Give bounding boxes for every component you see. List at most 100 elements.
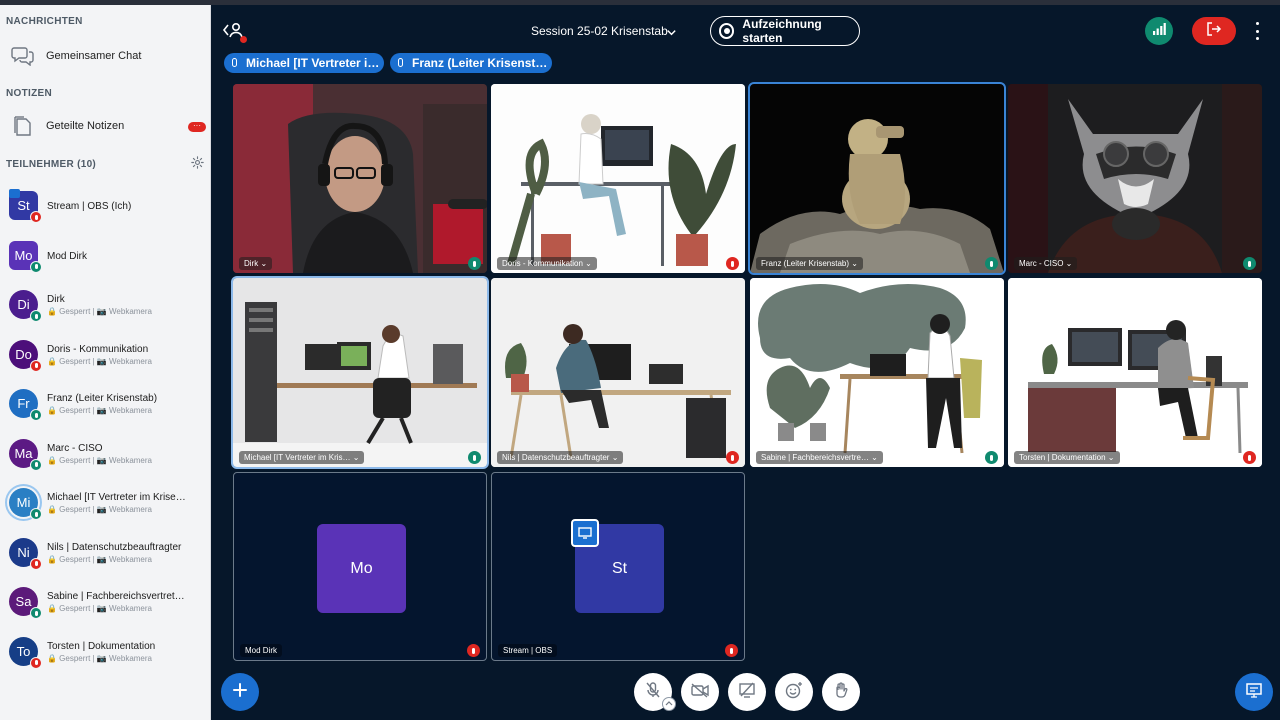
microphone-icon (30, 458, 42, 471)
tile-name-label[interactable]: Stream | OBS (498, 644, 558, 657)
microphone-muted-icon (30, 211, 42, 223)
tile-name-label[interactable]: Dirk ⌄ (239, 257, 273, 270)
tile-name-label[interactable]: Mod Dirk (240, 644, 283, 657)
participant-item[interactable]: Do Doris - Kommunikation 🔒 Gesperrt | 📷 We… (0, 334, 210, 380)
video-tile-marc[interactable]: Marc - CISO ⌄ (1008, 84, 1262, 273)
video-tile-stream-obs[interactable]: St Stream | OBS (491, 472, 745, 661)
tile-name-label[interactable]: Nils | Datenschutzbeauftragter ⌄ (497, 451, 624, 464)
kebab-dot (1255, 29, 1259, 33)
notification-dot (240, 36, 247, 43)
video-tile-nils[interactable]: Nils | Datenschutzbeauftragter ⌄ (491, 278, 745, 467)
participant-status: 🔒 Gesperrt | 📷 Webkamera (47, 455, 152, 465)
participant-item[interactable]: Ma Marc - CISO 🔒 Gesperrt | 📷 Webkamera (0, 433, 210, 479)
participant-name: Marc - CISO (47, 442, 103, 454)
participant-status: 🔒 Gesperrt | 📷 Webkamera (47, 505, 152, 514)
participant-item[interactable]: Fr Franz (Leiter Krisenstab) 🔒 Gesperrt | … (0, 383, 210, 429)
sidebar-item-public-chat[interactable]: Gemeinsamer Chat (0, 39, 210, 73)
microphone-muted-icon (726, 451, 739, 464)
raise-hand-button[interactable] (822, 673, 860, 711)
webcam-image (750, 84, 1004, 273)
participant-status: 🔒 Gesperrt | 📷 Webkamera (47, 307, 152, 316)
emoji-icon (785, 681, 803, 704)
session-title[interactable]: Session 25-02 Krisenstab (531, 24, 668, 38)
participant-item[interactable]: Mo Mod Dirk (0, 235, 210, 281)
microphone-icon (468, 257, 481, 270)
microphone-icon (398, 58, 403, 67)
participant-item[interactable]: Di Dirk 🔒 Gesperrt | 📷 Webkamera (0, 284, 210, 330)
participants-section-title: TEILNEHMER (10) (6, 159, 97, 170)
exit-icon (1206, 21, 1222, 41)
webcam-image (1008, 278, 1262, 467)
gear-icon[interactable] (191, 156, 204, 174)
participant-status: 🔒 Gesperrt | 📷 Webkamera (47, 653, 152, 663)
video-tile-sabine[interactable]: Sabine | Fachbereichsvertre… ⌄ (750, 278, 1004, 467)
participant-item[interactable]: Sa Sabine | Fachbereichsvertret… 🔒 Gesperr… (0, 581, 210, 627)
microphone-muted-icon (726, 257, 739, 270)
kebab-dot (1255, 22, 1259, 25)
microphone-muted-icon (467, 644, 480, 657)
audio-settings-chevron[interactable] (662, 697, 676, 711)
microphone-icon (985, 451, 998, 464)
video-tile-mod-dirk[interactable]: Mo Mod Dirk (233, 472, 487, 661)
share-webcam-button[interactable] (681, 673, 719, 711)
participant-name: Dirk (47, 294, 65, 305)
microphone-icon (1243, 257, 1256, 270)
webcam-image (233, 278, 487, 467)
chat-bubbles-icon (0, 46, 46, 66)
record-label: Aufzeichnung starten (742, 17, 822, 45)
participant-item[interactable]: Mi Michael [IT Vertreter im Krise… 🔒 Gespe… (0, 482, 210, 528)
signal-bars-icon (1152, 22, 1166, 40)
talking-indicator-1[interactable]: Michael [IT Vertreter i… (224, 53, 384, 73)
participant-item[interactable]: St Stream | OBS (Ich) (0, 185, 210, 231)
microphone-muted-icon (30, 359, 42, 372)
toggle-chat-button[interactable] (1235, 673, 1273, 711)
microphone-muted-icon (644, 681, 662, 704)
more-options-button[interactable] (1250, 22, 1264, 40)
tile-name-label[interactable]: Marc - CISO ⌄ (1014, 257, 1078, 270)
microphone-muted-icon (30, 656, 42, 669)
microphone-icon (232, 58, 237, 67)
participant-status: 🔒 Gesperrt | 📷 Webkamera (47, 406, 152, 415)
presentation-icon (1245, 682, 1263, 703)
microphone-icon (30, 310, 42, 322)
start-recording-button[interactable]: Aufzeichnung starten (710, 16, 860, 46)
talking-indicator-label: Franz (Leiter Krisenst… (412, 56, 548, 70)
participant-status: 🔒 Gesperrt | 📷 Webkamera (47, 554, 152, 564)
actions-button[interactable] (221, 673, 259, 711)
avatar: Mo (317, 524, 406, 613)
participant-status: 🔒 Gesperrt | 📷 Webkamera (47, 356, 152, 366)
participant-name: Sabine | Fachbereichsvertret… (47, 591, 185, 602)
video-tile-doris[interactable]: Doris - Kommunikation ⌄ (491, 84, 745, 273)
presenter-icon (9, 189, 20, 198)
microphone-icon (468, 451, 481, 464)
tile-name-label[interactable]: Doris - Kommunikation ⌄ (497, 257, 597, 270)
participant-name: Stream | OBS (Ich) (47, 201, 132, 212)
connection-status-button[interactable] (1145, 17, 1173, 45)
webcam-image (750, 278, 1004, 467)
tile-name-label[interactable]: Franz (Leiter Krisenstab) ⌄ (756, 257, 863, 270)
participant-item[interactable]: To Torsten | Dokumentation 🔒 Gesperrt | 📷 … (0, 631, 210, 677)
video-tile-torsten[interactable]: Torsten | Dokumentation ⌄ (1008, 278, 1262, 467)
video-tile-franz[interactable]: Franz (Leiter Krisenstab) ⌄ (748, 82, 1006, 275)
participant-item[interactable]: Ni Nils | Datenschutzbeauftragter 🔒 Gesper… (0, 532, 210, 578)
record-icon (719, 23, 735, 39)
microphone-icon (30, 260, 42, 273)
participant-name: Nils | Datenschutzbeauftragter (47, 541, 182, 553)
talking-indicator-label: Michael [IT Vertreter i… (246, 56, 380, 70)
screen-share-button[interactable] (728, 673, 766, 711)
leave-meeting-button[interactable] (1192, 17, 1236, 45)
tile-name-label[interactable]: Torsten | Dokumentation ⌄ (1014, 451, 1120, 464)
video-tile-michael[interactable]: Michael [IT Vertreter im Kris… ⌄ (231, 276, 489, 469)
tile-name-label[interactable]: Michael [IT Vertreter im Kris… ⌄ (239, 451, 365, 464)
tile-name-label[interactable]: Sabine | Fachbereichsvertre… ⌄ (756, 451, 883, 464)
sidebar-item-shared-notes[interactable]: Geteilte Notizen ··· (0, 109, 210, 143)
chevron-down-icon[interactable] (666, 25, 677, 43)
microphone-icon (30, 508, 42, 520)
reactions-button[interactable] (775, 673, 813, 711)
participant-name: Mod Dirk (47, 250, 88, 262)
sidebar-item-label: Geteilte Notizen (46, 120, 125, 132)
talking-indicator-2[interactable]: Franz (Leiter Krisenst… (390, 53, 552, 73)
video-tile-dirk[interactable]: Dirk ⌄ (233, 84, 487, 273)
microphone-muted-icon (30, 557, 42, 570)
microphone-icon (30, 607, 42, 619)
